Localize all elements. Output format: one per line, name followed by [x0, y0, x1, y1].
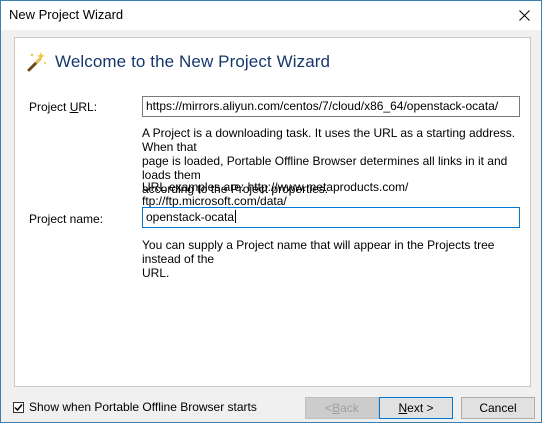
- show-on-start-option[interactable]: Show when Portable Offline Browser start…: [13, 400, 257, 414]
- back-button[interactable]: < Back: [305, 397, 379, 419]
- wizard-page: Welcome to the New Project Wizard Projec…: [14, 37, 531, 387]
- checkmark-icon: [14, 403, 23, 411]
- show-on-start-label: Show when Portable Offline Browser start…: [29, 400, 257, 414]
- project-url-label: Project URL:: [29, 100, 98, 114]
- project-name-label: Project name:: [29, 212, 104, 226]
- close-icon: [518, 10, 530, 21]
- window-title: New Project Wizard: [9, 7, 124, 22]
- footer: Show when Portable Offline Browser start…: [1, 385, 541, 422]
- title-bar: New Project Wizard: [1, 1, 541, 30]
- url-examples-text: URL examples are: http://www.metaproduct…: [142, 180, 409, 208]
- show-on-start-checkbox[interactable]: [13, 401, 24, 413]
- magic-wand-icon: [27, 52, 46, 72]
- page-header: Welcome to the New Project Wizard: [25, 50, 330, 74]
- project-url-input[interactable]: https://mirrors.aliyun.com/centos/7/clou…: [142, 96, 520, 117]
- next-button[interactable]: Next >: [379, 397, 453, 419]
- project-name-input[interactable]: openstack-ocata: [142, 207, 520, 228]
- name-help-text: You can supply a Project name that will …: [142, 238, 495, 280]
- close-button[interactable]: [507, 1, 541, 30]
- page-title: Welcome to the New Project Wizard: [55, 52, 331, 71]
- cancel-button[interactable]: Cancel: [461, 397, 535, 419]
- project-name-value: openstack-ocata: [146, 210, 235, 224]
- wizard-window: New Project Wizard Welcome to the New Pr…: [0, 0, 542, 423]
- text-caret: [235, 210, 237, 223]
